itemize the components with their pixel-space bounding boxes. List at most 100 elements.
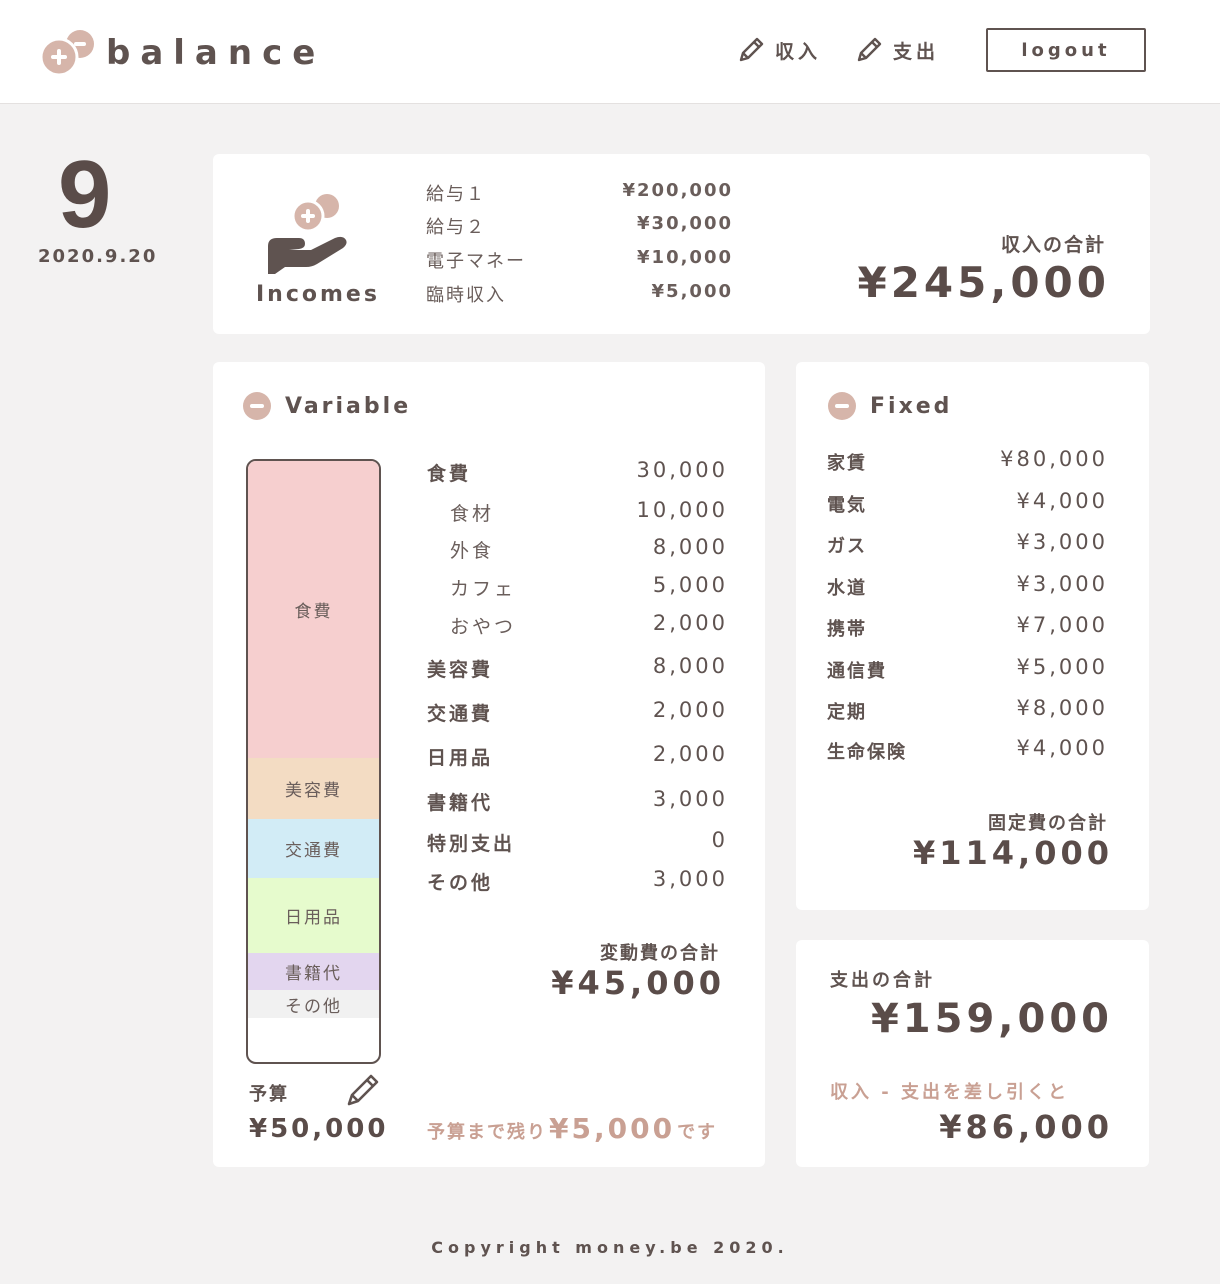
variable-item-value: 8,000 bbox=[652, 535, 728, 559]
bar-segment: 美容費 bbox=[248, 758, 379, 819]
variable-total-label: 変動費の合計 bbox=[600, 943, 720, 964]
variable-item-value: 8,000 bbox=[652, 654, 728, 678]
pencil-icon bbox=[739, 37, 764, 62]
bar-segment: その他 bbox=[248, 990, 379, 1018]
fixed-item-value: ¥7,000 bbox=[1016, 613, 1108, 637]
bar-segment-label: 書籍代 bbox=[285, 964, 342, 984]
variable-item-value: 3,000 bbox=[652, 787, 728, 811]
logo-text: balance bbox=[106, 33, 326, 73]
bar-segment: 日用品 bbox=[248, 878, 379, 953]
variable-item-name: 食費 bbox=[427, 463, 472, 485]
variable-item-name: 特別支出 bbox=[427, 833, 516, 855]
fixed-total-label: 固定費の合計 bbox=[988, 813, 1108, 834]
variable-item-value: 10,000 bbox=[636, 498, 728, 522]
variable-item-name: 交通費 bbox=[427, 703, 494, 725]
income-item-value: ¥200,000 bbox=[622, 180, 733, 201]
expense-total-label: 支出の合計 bbox=[830, 970, 935, 991]
income-item-name: 臨時収入 bbox=[426, 285, 506, 306]
budget-label: 予算 bbox=[249, 1084, 289, 1105]
expense-total-value: ¥159,000 bbox=[870, 996, 1113, 1042]
nav-expense-label: 支出 bbox=[893, 40, 940, 63]
bar-segment-label: 交通費 bbox=[285, 841, 342, 861]
variable-item-value: 2,000 bbox=[652, 611, 728, 635]
logo[interactable]: balance bbox=[39, 28, 326, 78]
variable-item-name: 書籍代 bbox=[427, 792, 494, 814]
fixed-item-name: 携帯 bbox=[827, 619, 867, 640]
pencil-icon bbox=[857, 37, 882, 62]
minus-circle-icon bbox=[828, 392, 856, 420]
nav-income-link[interactable]: 収入 bbox=[735, 30, 821, 70]
fixed-item-value: ¥80,000 bbox=[1000, 447, 1108, 471]
bar-segment: 食費 bbox=[248, 461, 379, 758]
variable-item-name: 美容費 bbox=[427, 659, 494, 681]
logout-button[interactable]: logout bbox=[986, 28, 1146, 72]
remaining-suffix: です bbox=[677, 1122, 718, 1143]
income-item-name: 給与２ bbox=[426, 217, 486, 238]
variable-item-name: おやつ bbox=[450, 616, 517, 638]
bar-segment: 書籍代 bbox=[248, 953, 379, 990]
fixed-item-name: 水道 bbox=[827, 578, 867, 599]
income-item-value: ¥10,000 bbox=[637, 247, 733, 268]
income-item-name: 給与１ bbox=[426, 184, 486, 205]
variable-item-name: その他 bbox=[427, 872, 494, 894]
fixed-item-value: ¥3,000 bbox=[1016, 572, 1108, 596]
income-total-label: 収入の合計 bbox=[1000, 234, 1106, 256]
remaining-prefix: 予算まで残り bbox=[427, 1122, 547, 1143]
app-header: balance 収入 支出 logout bbox=[0, 0, 1220, 104]
balance-value: ¥86,000 bbox=[939, 1108, 1113, 1146]
footer-copyright: Copyright money.be 2020. bbox=[431, 1238, 789, 1257]
fixed-item-value: ¥8,000 bbox=[1016, 696, 1108, 720]
fixed-card: Fixed 家賃 ¥80,000 電気 ¥4,000 ガス ¥3,000 水道 ¥3,000 携… bbox=[796, 362, 1149, 910]
bar-segment-label: その他 bbox=[285, 996, 342, 1017]
fixed-item-name: 家賃 bbox=[827, 453, 867, 474]
variable-item-value: 2,000 bbox=[652, 698, 728, 722]
bar-segment-label: 美容費 bbox=[285, 781, 342, 801]
variable-item-value: 30,000 bbox=[636, 458, 728, 482]
variable-item-value: 5,000 bbox=[652, 573, 728, 597]
fixed-item-name: ガス bbox=[827, 536, 867, 557]
fixed-item-name: 電気 bbox=[827, 495, 867, 516]
nav-income-label: 収入 bbox=[775, 40, 822, 63]
fixed-item-name: 生命保険 bbox=[827, 742, 907, 763]
variable-item-value: 0 bbox=[711, 828, 728, 852]
full-date: 2020.9.20 bbox=[38, 246, 158, 267]
variable-card: Variable 食費 美容費 交通費 日用品 書籍代 その他 食費 30,000 食材 10,… bbox=[213, 362, 765, 1167]
income-item-name: 電子マネー bbox=[426, 251, 526, 272]
bar-segment: 交通費 bbox=[248, 819, 379, 878]
variable-header: Variable bbox=[243, 392, 411, 420]
balance-label: 収入 - 支出を差し引くと bbox=[830, 1082, 1070, 1103]
fixed-item-name: 定期 bbox=[827, 702, 867, 723]
bar-segment-label: 日用品 bbox=[285, 908, 342, 928]
summary-card: 支出の合計 ¥159,000 収入 - 支出を差し引くと ¥86,000 bbox=[796, 940, 1149, 1167]
fixed-total-value: ¥114,000 bbox=[912, 834, 1113, 872]
income-total-value: ¥245,000 bbox=[857, 258, 1110, 307]
fixed-item-value: ¥5,000 bbox=[1016, 655, 1108, 679]
variable-item-name: カフェ bbox=[450, 578, 517, 600]
logo-coin-icon bbox=[39, 28, 98, 78]
income-item-value: ¥30,000 bbox=[637, 213, 733, 234]
fixed-title: Fixed bbox=[870, 393, 953, 419]
fixed-item-value: ¥4,000 bbox=[1016, 489, 1108, 513]
remaining-value: ¥5,000 bbox=[549, 1112, 676, 1145]
fixed-item-name: 通信費 bbox=[827, 661, 887, 682]
fixed-item-value: ¥4,000 bbox=[1016, 736, 1108, 760]
minus-circle-icon bbox=[243, 392, 271, 420]
pencil-icon bbox=[347, 1074, 379, 1106]
variable-total-value: ¥45,000 bbox=[551, 964, 725, 1002]
variable-item-value: 2,000 bbox=[652, 742, 728, 766]
variable-item-name: 外食 bbox=[450, 540, 495, 562]
fixed-item-value: ¥3,000 bbox=[1016, 530, 1108, 554]
bar-segment-label: 食費 bbox=[294, 602, 333, 622]
day-number: 9 bbox=[58, 141, 112, 248]
budget-bar: 食費美容費交通費日用品書籍代その他 bbox=[246, 459, 381, 1064]
income-item-value: ¥5,000 bbox=[651, 281, 733, 302]
variable-item-name: 食材 bbox=[450, 503, 495, 525]
hand-coin-icon bbox=[265, 190, 351, 280]
budget-value: ¥50,000 bbox=[249, 1114, 389, 1144]
incomes-card: Incomes 給与１ ¥200,000 給与２ ¥30,000 電子マネー ¥10,00… bbox=[213, 154, 1150, 334]
variable-item-value: 3,000 bbox=[652, 867, 728, 891]
variable-title: Variable bbox=[285, 393, 412, 419]
nav-expense-link[interactable]: 支出 bbox=[853, 30, 939, 70]
edit-budget-button[interactable] bbox=[343, 1070, 383, 1110]
fixed-header: Fixed bbox=[828, 392, 952, 420]
